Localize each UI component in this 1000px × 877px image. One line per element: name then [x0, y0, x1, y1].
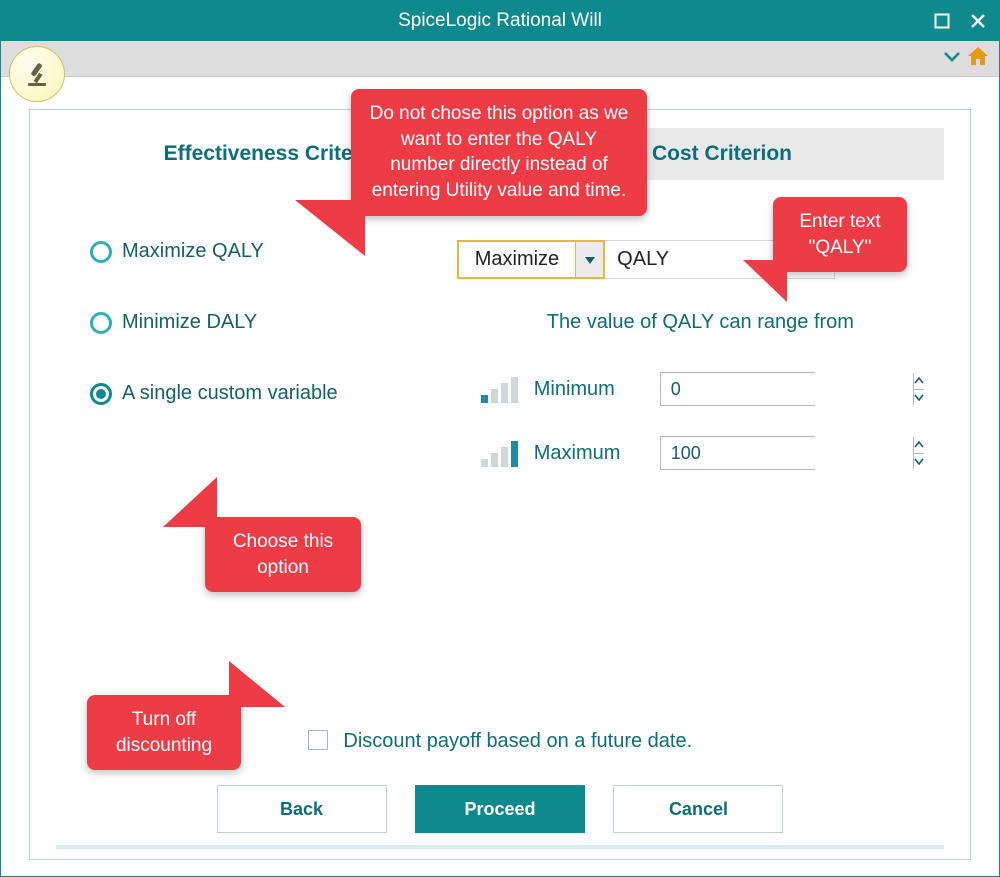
maximum-label: Maximum: [534, 442, 644, 465]
radio-maximize-qaly[interactable]: Maximize QALY: [90, 240, 447, 263]
chevron-down-icon[interactable]: [575, 242, 603, 277]
minimum-spinner[interactable]: [660, 372, 815, 406]
bars-max-icon: [481, 439, 518, 467]
progress-underline: [56, 845, 944, 849]
range-header: The value of QALY can range from: [457, 311, 944, 334]
minimum-label: Minimum: [534, 378, 644, 401]
maximum-input[interactable]: [661, 437, 913, 469]
minimum-input[interactable]: [661, 373, 913, 405]
spinner-up-icon[interactable]: [914, 437, 924, 454]
home-icon[interactable]: [967, 46, 989, 71]
direction-dropdown[interactable]: Maximize: [457, 240, 605, 279]
titlebar: SpiceLogic Rational Will: [1, 1, 999, 41]
discount-label: Discount payoff based on a future date.: [343, 730, 692, 752]
radio-label: Minimize DALY: [122, 311, 257, 334]
window-title: SpiceLogic Rational Will: [1, 10, 999, 32]
direction-value: Maximize: [459, 242, 575, 277]
spinner-down-icon[interactable]: [914, 390, 924, 406]
proceed-button[interactable]: Proceed: [415, 785, 585, 833]
radio-single-custom-variable[interactable]: A single custom variable: [90, 382, 447, 405]
radio-minimize-daly[interactable]: Minimize DALY: [90, 311, 447, 334]
discount-checkbox[interactable]: [308, 730, 328, 750]
radio-label: A single custom variable: [122, 382, 338, 405]
cancel-button[interactable]: Cancel: [613, 785, 783, 833]
spinner-down-icon[interactable]: [914, 454, 924, 470]
callout-choose-option: Choose this option: [205, 517, 361, 592]
toolbar: [1, 41, 999, 77]
radio-icon: [90, 383, 112, 405]
radio-label: Maximize QALY: [122, 240, 264, 263]
bars-min-icon: [481, 375, 518, 403]
callout-turn-off-discounting: Turn off discounting: [87, 695, 241, 770]
back-button[interactable]: Back: [217, 785, 387, 833]
maximum-spinner[interactable]: [660, 436, 815, 470]
callout-do-not-choose: Do not chose this option as we want to e…: [351, 89, 647, 216]
radio-icon: [90, 312, 112, 334]
spinner-up-icon[interactable]: [914, 373, 924, 390]
chevron-down-icon[interactable]: [943, 49, 961, 68]
maximize-icon[interactable]: [931, 10, 953, 32]
app-logo-gavel-icon[interactable]: [9, 46, 65, 102]
callout-enter-qaly: Enter text "QALY": [773, 197, 907, 272]
app-window: SpiceLogic Rational Will Effectiveness C…: [0, 0, 1000, 877]
close-icon[interactable]: [967, 10, 989, 32]
radio-icon: [90, 241, 112, 263]
